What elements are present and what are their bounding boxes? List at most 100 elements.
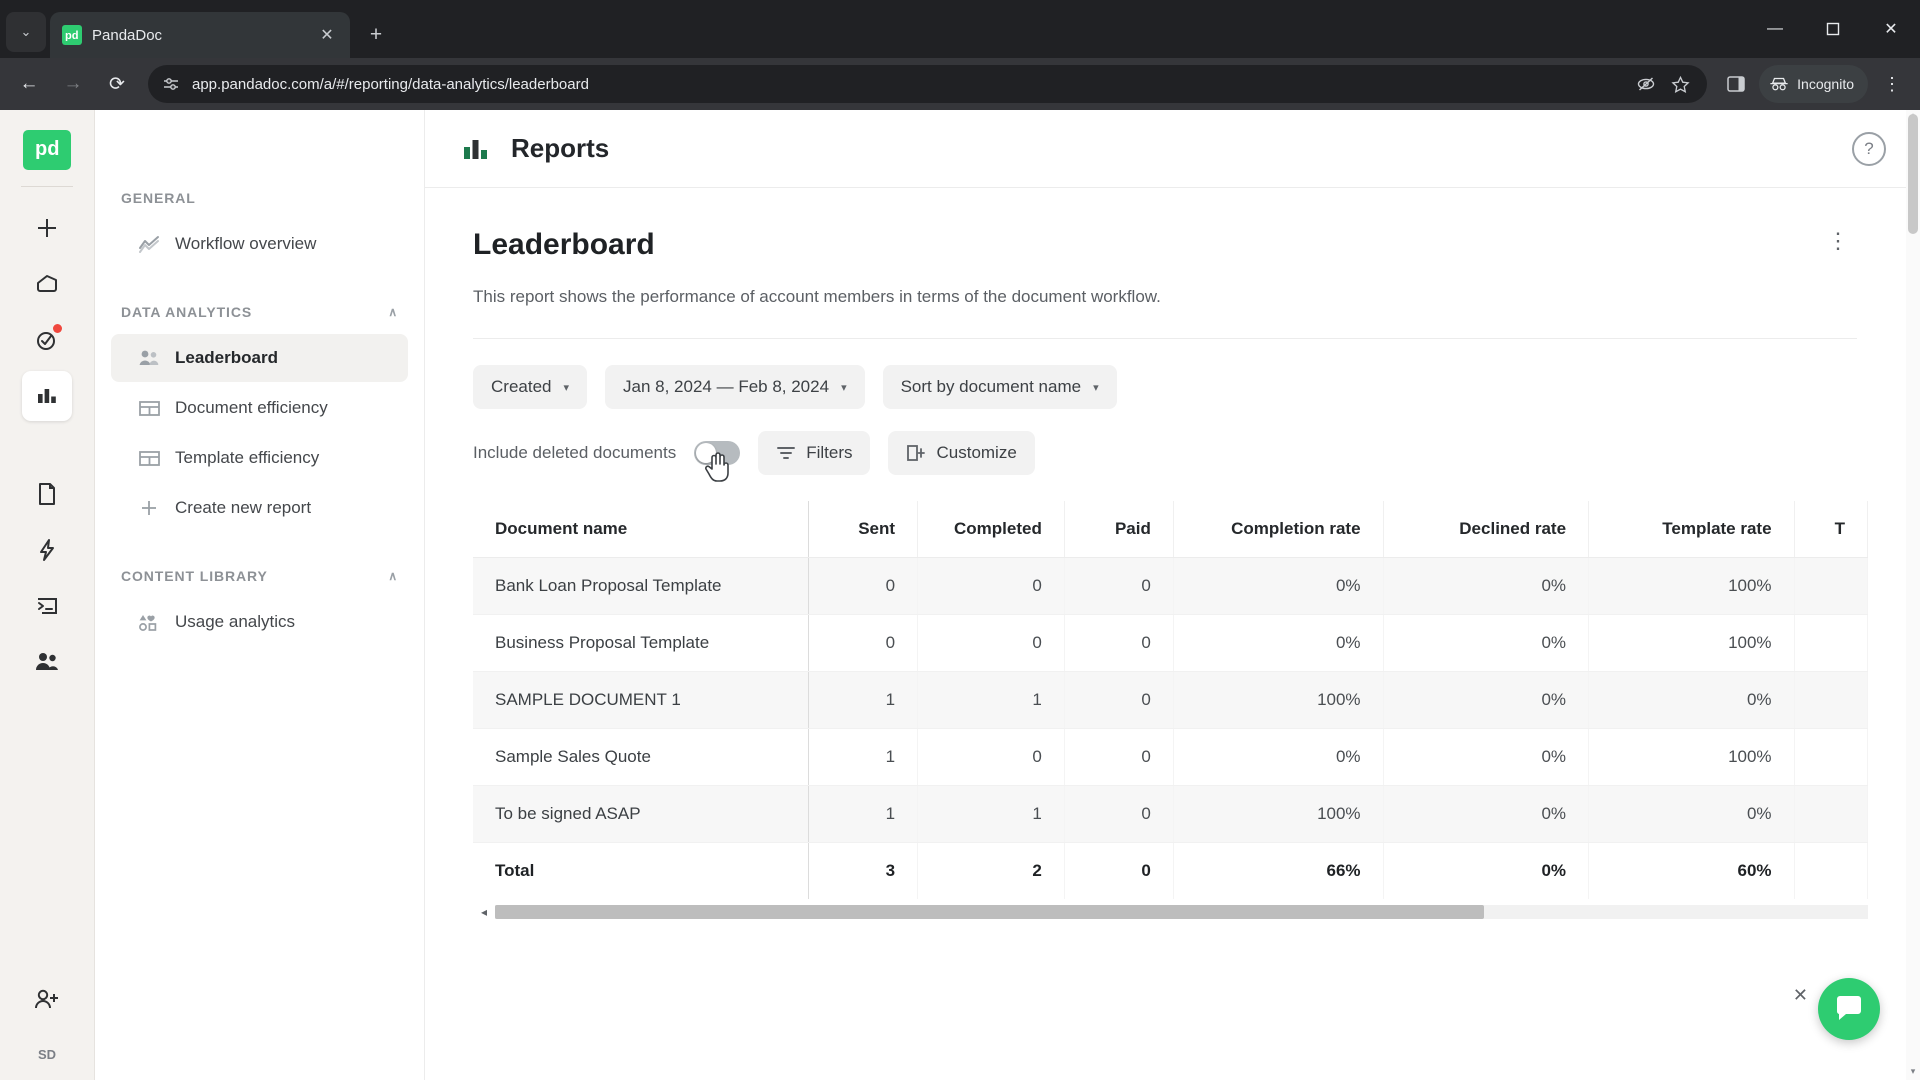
site-settings-icon[interactable] [160,73,182,95]
created-filter-dropdown[interactable]: Created ▾ [473,365,588,410]
sidebar-item-leaderboard[interactable]: Leaderboard [111,334,408,382]
profile-label: Incognito [1797,76,1854,92]
column-header-template-rate[interactable]: Template rate [1588,501,1795,559]
chevron-down-icon: ⌄ [20,24,32,39]
minimize-button[interactable]: — [1746,0,1804,58]
table-row[interactable]: SAMPLE DOCUMENT 1 1 1 0 100% 0% 0% [473,671,1869,730]
rail-item-reports[interactable] [22,371,72,421]
sidebar-item-template-efficiency[interactable]: Template efficiency [111,434,408,482]
maximize-button[interactable] [1804,0,1862,58]
column-header-sent[interactable]: Sent [808,501,919,559]
chevron-up-icon[interactable]: ∧ [388,569,398,583]
table-row[interactable]: Sample Sales Quote 1 0 0 0% 0% 100% [473,728,1869,787]
page-vertical-scrollbar[interactable]: ▴ ▾ [1906,110,1920,1080]
close-icon[interactable]: ✕ [316,24,338,46]
nav-group-data-analytics-title[interactable]: DATA ANALYTICS ∧ [95,304,424,320]
new-tab-button[interactable]: + [358,17,394,53]
sidebar-item-document-efficiency[interactable]: Document efficiency [111,384,408,432]
browser-tab[interactable]: pd PandaDoc ✕ [50,12,350,58]
sidebar-item-create-new-report[interactable]: Create new report [111,484,408,532]
incognito-profile-button[interactable]: Incognito [1759,65,1868,103]
window-controls: — ✕ [1746,0,1920,58]
cell-paid: 0 [1064,557,1174,616]
column-header-completion-rate[interactable]: Completion rate [1173,501,1384,559]
cell-total-declined-rate: 0% [1383,842,1590,900]
rail-item-tasks[interactable] [22,315,72,365]
table-row[interactable]: To be signed ASAP 1 1 0 100% 0% 0% [473,785,1869,844]
tracking-protection-icon[interactable] [1635,73,1657,95]
column-header-completed[interactable]: Completed [917,501,1065,559]
report-inner: Leaderboard ⋮ This report shows the perf… [425,228,1905,923]
address-bar[interactable]: app.pandadoc.com/a/#/reporting/data-anal… [148,65,1708,103]
cell-total-truncated [1794,842,1869,900]
close-window-button[interactable]: ✕ [1862,0,1920,58]
reports-sidebar: GENERAL Workflow overview DATA ANALYTICS… [95,110,425,1080]
chat-close-button[interactable]: ✕ [1793,985,1808,1006]
include-deleted-toggle[interactable] [694,441,741,466]
pandadoc-logo[interactable]: pd [23,130,71,170]
lightning-icon [40,539,54,561]
vscroll-thumb[interactable] [1908,114,1918,234]
rail-item-forms[interactable] [22,581,72,631]
cell-completed: 0 [917,614,1065,673]
hscroll-thumb[interactable] [495,905,1484,920]
table-row[interactable]: Bank Loan Proposal Template 0 0 0 0% 0% … [473,557,1869,616]
rail-item-home[interactable] [22,259,72,309]
shapes-icon [137,610,161,634]
table-horizontal-scrollbar[interactable]: ◂ [473,901,1868,923]
date-range-filter-dropdown[interactable]: Jan 8, 2024 — Feb 8, 2024 ▾ [605,365,865,410]
column-header-declined-rate[interactable]: Declined rate [1383,501,1590,559]
chrome-menu-button[interactable]: ⋮ [1874,66,1910,102]
report-title: Leaderboard [473,228,655,261]
chat-widget-button[interactable] [1818,978,1880,1040]
pandadoc-favicon: pd [62,25,82,45]
cell-completed: 0 [917,557,1065,616]
table-row[interactable]: Business Proposal Template 0 0 0 0% 0% 1… [473,614,1869,673]
reload-button[interactable]: ⟳ [98,65,136,103]
rail-item-documents[interactable] [22,469,72,519]
avatar[interactable]: SD [38,1047,56,1062]
cell-completed: 1 [917,671,1065,730]
back-button[interactable]: ← [10,65,48,103]
cell-document-name: SAMPLE DOCUMENT 1 [473,671,810,730]
rail-item-contacts[interactable] [22,637,72,687]
cell-document-name: Business Proposal Template [473,614,810,673]
people-icon [36,653,58,670]
column-header-paid[interactable]: Paid [1064,501,1174,559]
main-panel: Reports ? Leaderboard ⋮ This report show… [425,110,1920,1080]
cell-completed: 1 [917,785,1065,844]
chevron-down-icon: ▾ [841,381,847,394]
sidebar-item-label: Leaderboard [175,348,278,367]
rail-item-invite-user[interactable] [22,975,72,1025]
customize-button[interactable]: Customize [888,431,1035,476]
side-panel-button[interactable] [1719,67,1753,101]
incognito-icon [1770,77,1788,91]
help-button[interactable]: ? [1852,131,1886,166]
column-header-document-name[interactable]: Document name [473,501,810,559]
report-more-menu-button[interactable]: ⋮ [1819,228,1857,254]
sort-filter-dropdown[interactable]: Sort by document name ▾ [882,365,1117,410]
cell-sent: 1 [808,785,919,844]
hscroll-track[interactable] [495,905,1868,920]
filters-button[interactable]: Filters [758,431,871,476]
table-icon [137,446,161,470]
column-header-truncated[interactable]: T [1794,501,1869,559]
scroll-down-arrow-icon[interactable]: ▾ [1906,1066,1920,1080]
sidebar-item-usage-analytics[interactable]: Usage analytics [111,598,408,646]
rail-item-automation[interactable] [22,525,72,575]
cell-sent: 0 [808,614,919,673]
created-filter-label: Created [491,377,552,397]
sidebar-item-workflow-overview[interactable]: Workflow overview [111,220,408,268]
forward-button[interactable]: → [54,65,92,103]
rail-divider [21,186,73,187]
tab-search-button[interactable]: ⌄ [6,12,46,52]
scroll-left-arrow-icon[interactable]: ◂ [473,905,495,919]
bookmark-star-icon[interactable] [1669,73,1691,95]
chat-icon [1836,996,1861,1020]
cell-total-completed: 2 [917,842,1065,900]
nav-group-content-library-title[interactable]: CONTENT LIBRARY ∧ [95,568,424,584]
chevron-up-icon[interactable]: ∧ [388,305,398,319]
report-title-row: Leaderboard ⋮ [473,228,1857,262]
rail-item-create-new[interactable] [22,203,72,253]
